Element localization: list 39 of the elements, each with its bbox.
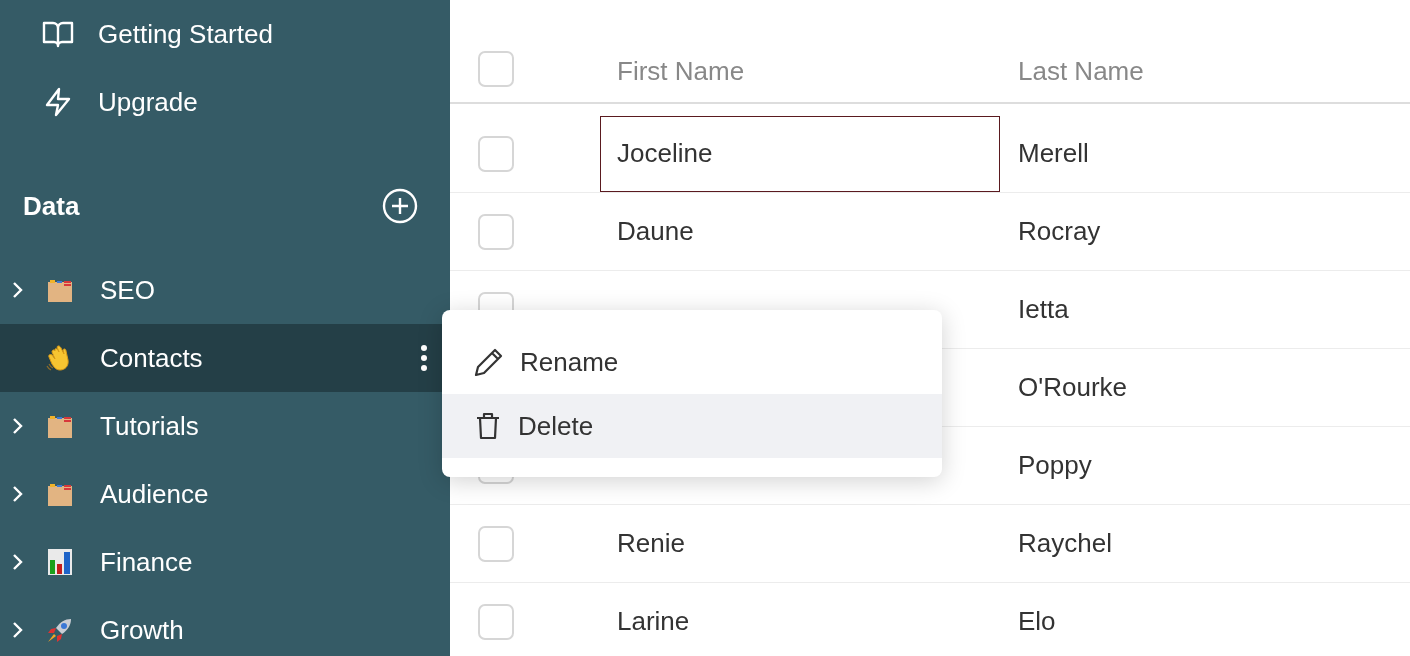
checkbox[interactable] bbox=[478, 51, 514, 87]
nav-link[interactable]: Getting Started bbox=[98, 18, 273, 50]
table-cell: Daune bbox=[617, 216, 694, 247]
focused-cell[interactable]: Joceline bbox=[600, 115, 1000, 192]
trash-icon bbox=[474, 411, 502, 441]
tree-item-label[interactable]: Tutorials bbox=[100, 410, 199, 442]
table-cell: Poppy bbox=[1018, 450, 1092, 481]
table-cell: Raychel bbox=[1018, 528, 1112, 559]
menu-item[interactable]: Delete bbox=[442, 394, 942, 458]
table-cell: Renie bbox=[617, 528, 685, 559]
pencil-icon bbox=[474, 347, 504, 377]
checkbox[interactable] bbox=[478, 135, 514, 172]
column-header[interactable]: First Name bbox=[617, 55, 745, 87]
checkbox[interactable] bbox=[478, 603, 514, 640]
tree-item-label[interactable]: Contacts bbox=[100, 342, 203, 374]
table-cell: Larine bbox=[617, 606, 690, 637]
nav-link[interactable]: Upgrade bbox=[98, 86, 198, 118]
checkbox[interactable] bbox=[478, 525, 514, 562]
tree-item-label[interactable]: Audience bbox=[100, 478, 209, 510]
tree-item-label[interactable]: SEO bbox=[100, 274, 155, 306]
folder-icon bbox=[47, 413, 73, 439]
folder-icon bbox=[47, 481, 73, 507]
section-title: Data bbox=[23, 190, 80, 222]
folder-icon bbox=[47, 277, 73, 303]
rocket-icon bbox=[46, 616, 74, 644]
book-icon bbox=[42, 20, 74, 48]
tree-item-label[interactable]: Growth bbox=[100, 614, 184, 646]
table-cell: O'Rourke bbox=[1018, 372, 1127, 403]
lightning-icon bbox=[44, 87, 72, 117]
add-icon[interactable] bbox=[382, 188, 418, 224]
table-cell: Rocray bbox=[1018, 216, 1101, 247]
tree-item-label[interactable]: Finance bbox=[100, 546, 193, 578]
table-cell: Merell bbox=[1018, 138, 1089, 169]
more-vertical-icon[interactable] bbox=[420, 344, 428, 372]
checkbox[interactable] bbox=[478, 213, 514, 250]
table-cell: Ietta bbox=[1018, 294, 1069, 325]
table-cell: Elo bbox=[1018, 606, 1056, 637]
column-header[interactable]: Last Name bbox=[1018, 55, 1144, 87]
bar-chart-icon bbox=[47, 548, 73, 576]
